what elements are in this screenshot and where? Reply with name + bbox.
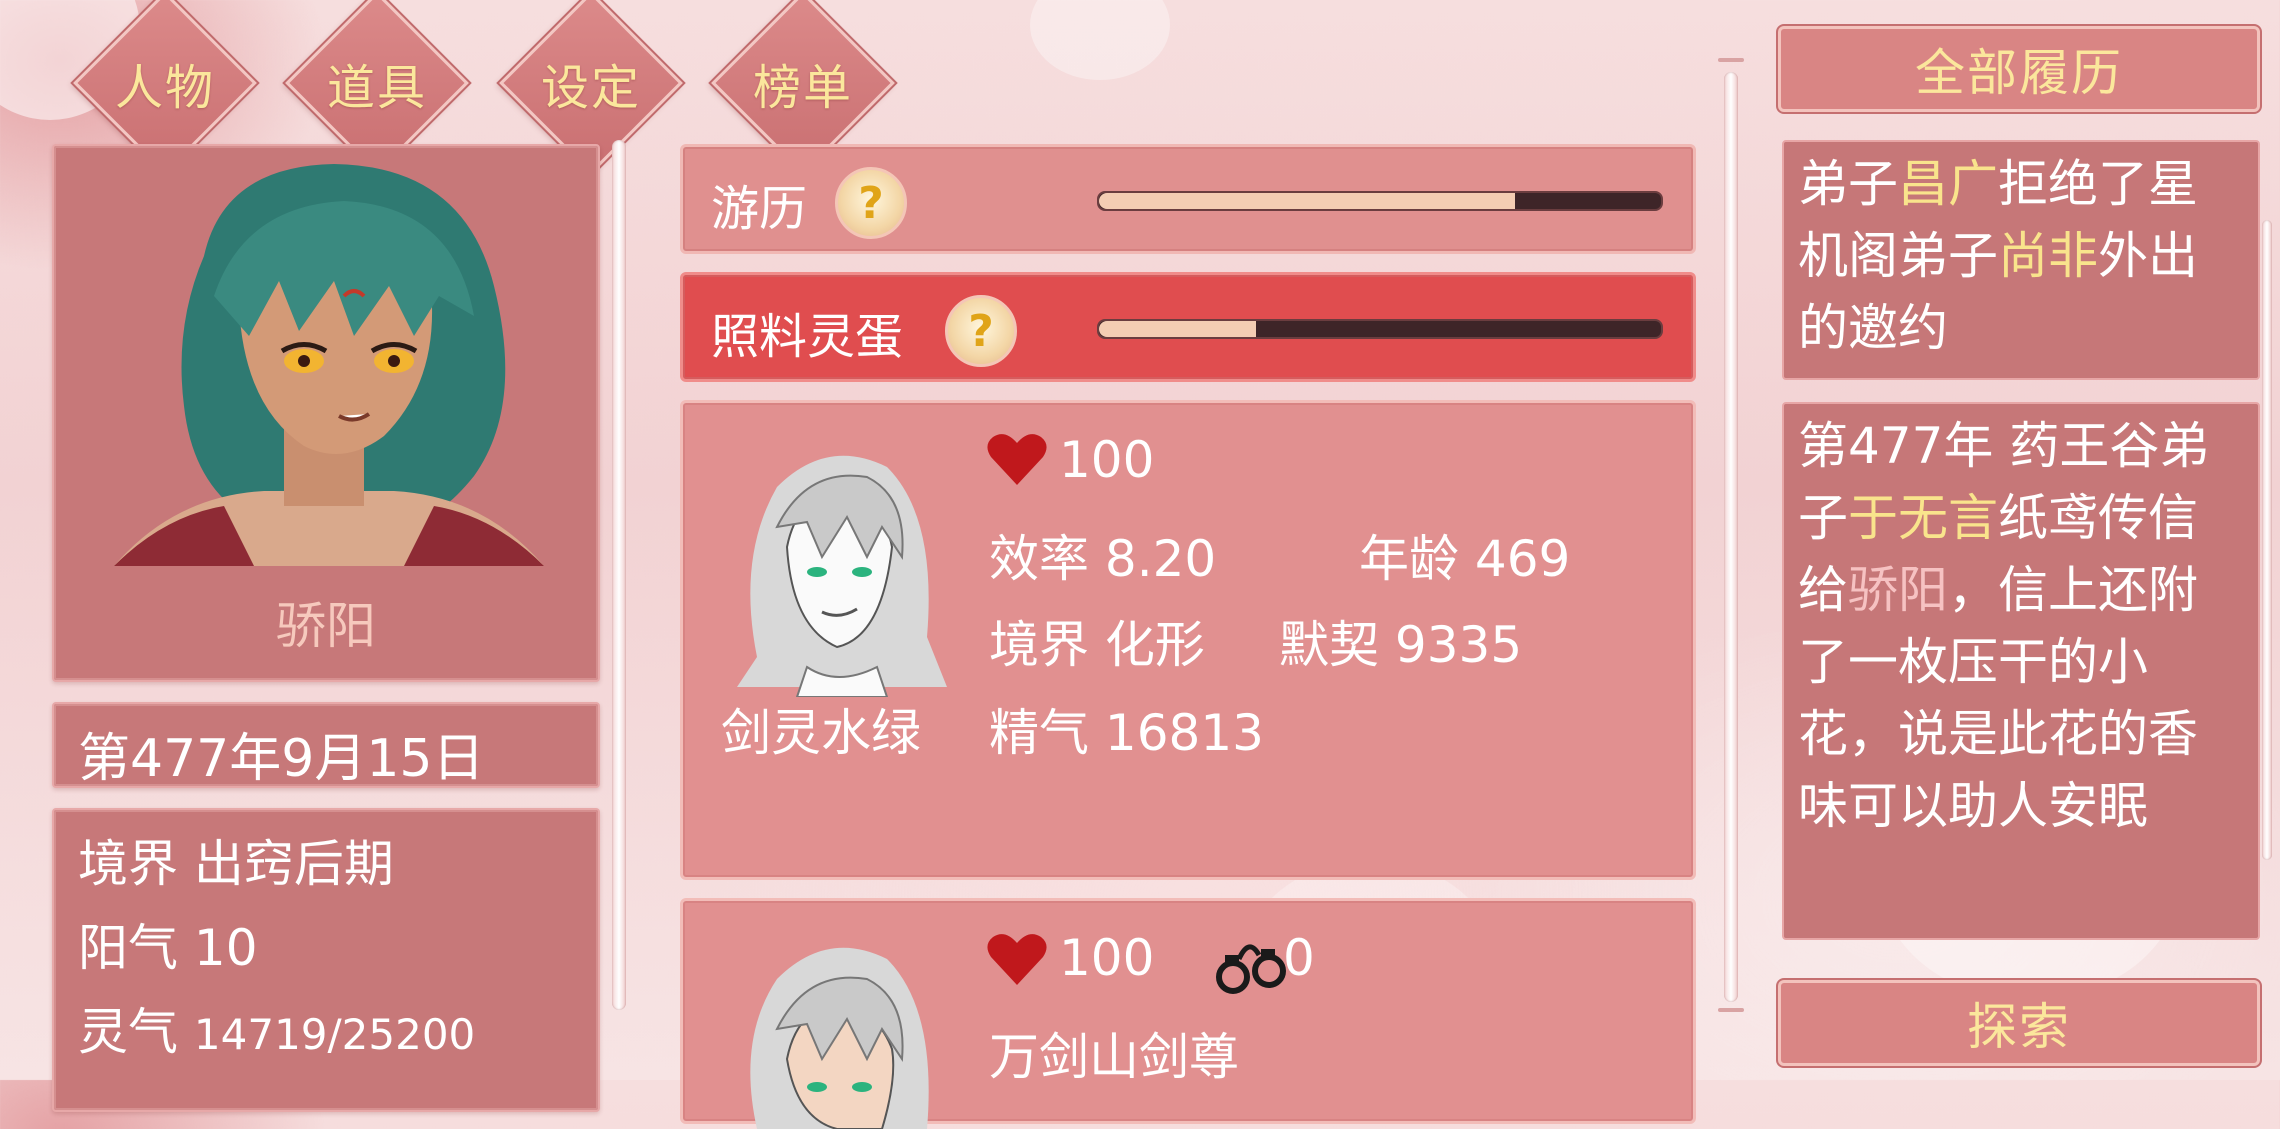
menu-settings-button[interactable]: 设定 (499, 0, 683, 175)
menu-ranking-button[interactable]: 榜单 (711, 0, 895, 175)
explore-button[interactable]: 探索 (1778, 980, 2260, 1066)
help-icon[interactable]: ? (835, 167, 907, 239)
spirit-value: 14719/25200 (193, 1010, 476, 1059)
companion-essence: 精气 16813 (989, 704, 1264, 762)
task-progress-fill (1099, 193, 1515, 209)
companion-tacit: 默契 9335 (1279, 616, 1523, 674)
menu-label: 道具 (326, 60, 427, 116)
explore-label: 探索 (1967, 998, 2071, 1056)
player-name: 骄阳 (276, 597, 376, 655)
player-name-ref: 骄阳 (1848, 561, 1948, 619)
heart-icon (987, 934, 1047, 985)
all-history-label: 全部履历 (1915, 44, 2123, 102)
decor-petal (1030, 0, 1170, 80)
task-label: 游历 (711, 181, 808, 237)
player-spirit: 灵气 14719/25200 (78, 992, 475, 1064)
menu-character-button[interactable]: 人物 (73, 0, 257, 175)
companion-card[interactable]: 剑灵水绿 100 效率 8.20 年龄 469 境界 化形 默契 9335 精气… (680, 400, 1696, 880)
log-text: 弟子昌广拒绝了星机阁弟子尚非外出的邀约 (1798, 155, 2198, 357)
task-progress-bar (1097, 191, 1663, 211)
spirit-label: 灵气 (78, 1003, 178, 1061)
scrollbar-cap (1718, 58, 1744, 62)
task-travel[interactable]: 游历 ? (680, 144, 1696, 254)
task-egg-care[interactable]: 照料灵蛋 ? (680, 272, 1696, 382)
menu-label: 设定 (540, 60, 641, 116)
game-date: 第477年9月15日 (78, 729, 485, 789)
companion-avatar (737, 455, 947, 697)
help-icon[interactable]: ? (945, 295, 1017, 367)
companion-affection: 100 (1059, 929, 1155, 987)
companion-bond: 0 (1283, 929, 1315, 987)
npc-name: 昌广 (1898, 155, 1998, 213)
scrollbar-cap (1718, 1008, 1744, 1012)
menu-label: 榜单 (752, 60, 853, 116)
companion-title: 万剑山剑尊 (989, 1028, 1239, 1086)
task-label: 照料灵蛋 (711, 309, 904, 365)
log-text: 第477年 药王谷弟子于无言纸鸢传信给骄阳，信上还附了一枚压干的小花，说是此花的… (1798, 417, 2210, 835)
companion-name: 剑灵水绿 (721, 704, 921, 762)
player-realm: 境界 出窍后期 (78, 835, 394, 893)
player-stats-panel: 境界 出窍后期 阳气 10 灵气 14719/25200 (52, 808, 600, 1112)
companion-efficiency: 效率 8.20 (989, 530, 1217, 588)
npc-name: 尚非 (1998, 227, 2098, 285)
history-log-entry: 弟子昌广拒绝了星机阁弟子尚非外出的邀约 (1782, 140, 2260, 380)
companion-age: 年龄 469 (1359, 530, 1571, 588)
companion-card[interactable]: 100 0 万剑山剑尊 (680, 898, 1696, 1129)
handcuffs-icon (1216, 944, 1286, 994)
companion-affection: 100 (1059, 431, 1155, 489)
task-progress-fill (1099, 321, 1257, 337)
history-scrollbar[interactable] (2262, 220, 2272, 860)
player-portrait (114, 164, 544, 566)
all-history-button[interactable]: 全部履历 (1778, 26, 2260, 112)
companion-realm: 境界 化形 (989, 616, 1205, 674)
player-portrait-panel[interactable]: 骄阳 (52, 144, 600, 682)
left-scrollbar[interactable] (612, 140, 626, 1010)
history-log-entry: 第477年 药王谷弟子于无言纸鸢传信给骄阳，信上还附了一枚压干的小花，说是此花的… (1782, 402, 2260, 940)
heart-icon (987, 434, 1047, 485)
middle-scrollbar[interactable] (1724, 72, 1738, 1002)
npc-name: 于无言 (1848, 489, 1998, 547)
task-progress-bar (1097, 319, 1663, 339)
date-panel: 第477年9月15日 (52, 702, 600, 789)
player-yang: 阳气 10 (78, 919, 258, 977)
companion-avatar (750, 947, 929, 1129)
menu-items-button[interactable]: 道具 (285, 0, 469, 175)
menu-label: 人物 (114, 60, 215, 116)
